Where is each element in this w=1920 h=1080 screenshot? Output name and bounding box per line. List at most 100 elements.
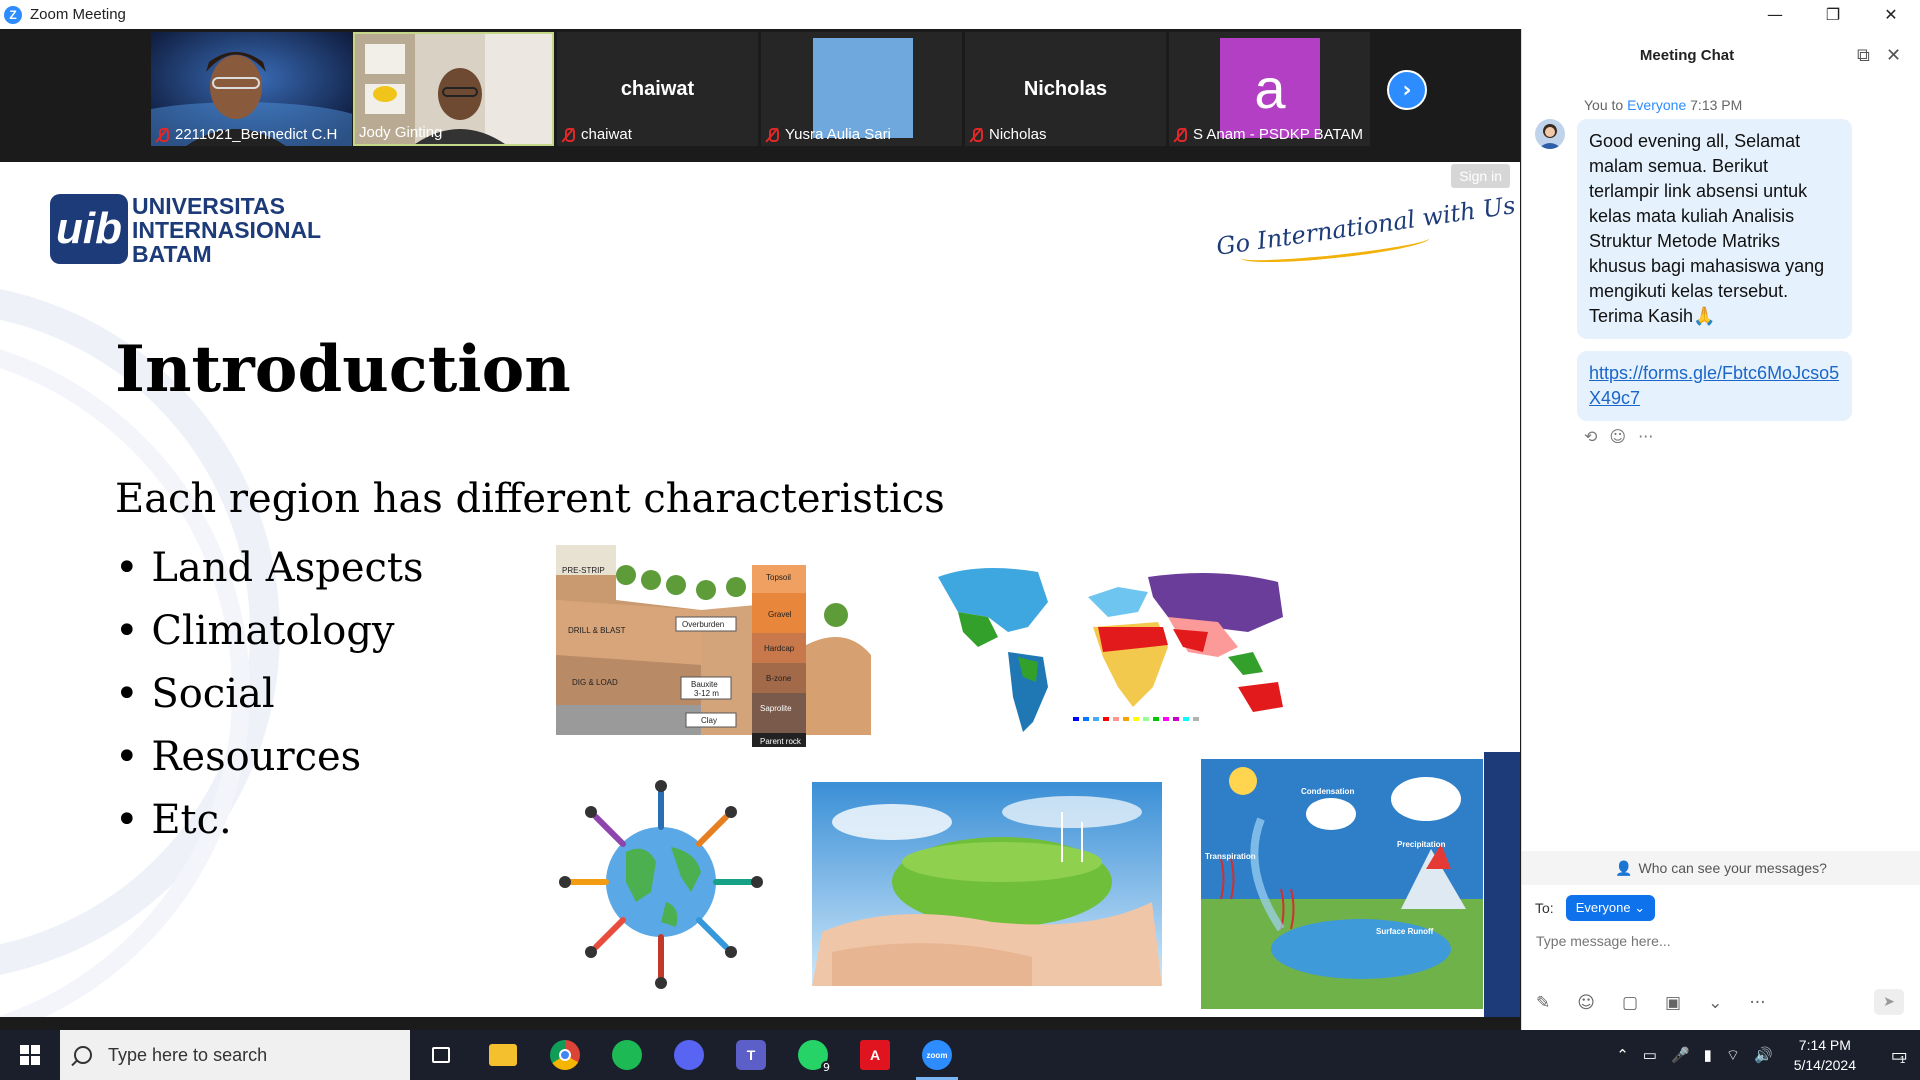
start-button[interactable] [0,1030,60,1080]
participant-tile[interactable]: 2211021_Bennedict C.H [151,32,352,146]
shared-screen-slide: Sign in uib UNIVERSITAS INTERNASIONAL BA… [0,162,1520,1017]
participant-name: Nicholas [989,126,1047,143]
screenshot-icon[interactable]: ▣ [1665,993,1681,1013]
mining-label: Clay [701,716,717,725]
participant-name: Jody Ginting [359,124,443,141]
restore-button[interactable]: ❐ [1804,0,1862,29]
volume-icon[interactable]: 🔊 [1754,1046,1773,1064]
participant-avatar: a [1220,38,1320,138]
emoji-icon[interactable]: ☺ [1577,993,1595,1013]
chat-message-text: Good evening all, Selamat malam semua. B… [1589,131,1825,326]
water-cycle-label: Surface Runoff [1376,927,1434,936]
bullet-item: Resources [115,726,424,789]
file-explorer-icon[interactable] [472,1030,534,1080]
discord-icon[interactable] [658,1030,720,1080]
windows-logo-icon [20,1045,40,1065]
chat-link-message[interactable]: https://forms.gle/Fbtc6MoJcso5X49c7 [1577,351,1852,421]
whatsapp-icon[interactable]: 9 [782,1030,844,1080]
wifi-icon[interactable]: ⌔ [1726,1046,1740,1065]
participant-tile[interactable]: Nicholas Nicholas [965,32,1166,146]
windows-taskbar: Type here to search T 9 A zoom ⌃ ▭ 🎤 ▮ ⌔… [0,1030,1920,1080]
system-tray: ⌃ ▭ 🎤 ▮ ⌔ 🔊 7:14 PM 5/14/2024 ▭ 1 [1609,1030,1920,1080]
slide-corner-band [1484,752,1520,1017]
bullet-list: Land Aspects Climatology Social Resource… [115,537,424,852]
bullet-item: Social [115,663,424,726]
search-icon [74,1046,92,1064]
attendance-link[interactable]: https://forms.gle/Fbtc6MoJcso5X49c7 [1589,363,1839,408]
participant-avatar [813,38,913,138]
notification-center-icon[interactable]: ▭ 1 [1876,1030,1920,1080]
clock-date: 5/14/2024 [1793,1057,1856,1073]
participant-name: chaiwat [581,126,632,143]
chrome-icon[interactable] [534,1030,596,1080]
who-can-see-banner[interactable]: 👤 Who can see your messages? [1522,851,1920,885]
uib-logo: uib [50,194,128,264]
whatsapp-badge: 9 [821,1061,832,1074]
water-cycle-image: Condensation Precipitation Transpiration… [1201,759,1483,1009]
muted-mic-icon [765,127,779,143]
mining-label: Parent rock [760,737,802,746]
mining-label: Topsoil [766,573,791,582]
participant-tile[interactable]: chaiwat chaiwat [557,32,758,146]
popout-icon[interactable]: ⧉ [1857,45,1870,66]
participant-tile-active[interactable]: Jody Ginting [353,32,554,146]
send-icon[interactable]: ➤ [1874,989,1904,1015]
next-page-button[interactable]: › [1387,70,1427,110]
more-icon[interactable]: ··· [1749,993,1765,1013]
message-meta: You to Everyone 7:13 PM [1584,97,1743,113]
emoji-reaction-icon[interactable]: ☺ [1609,427,1626,446]
file-icon[interactable]: ▢ [1622,993,1638,1013]
reply-icon[interactable]: ⟲ [1584,427,1597,446]
muted-mic-icon [561,127,575,143]
chat-message[interactable]: Good evening all, Selamat malam semua. B… [1577,119,1852,339]
zoom-taskbar-icon[interactable]: zoom [906,1030,968,1080]
participant-display-name: Nicholas [1023,78,1108,100]
mining-label: DIG & LOAD [572,678,618,687]
participant-tile[interactable]: Yusra Aulia Sari [761,32,962,146]
mining-label: 3-12 m [694,689,719,698]
minimize-button[interactable]: — [1746,0,1804,29]
bullet-item: Etc. [115,789,424,852]
message-input[interactable] [1536,933,1906,949]
participant-name: Yusra Aulia Sari [785,126,891,143]
sign-in-button[interactable]: Sign in [1451,164,1510,188]
taskbar-search[interactable]: Type here to search [60,1030,410,1080]
message-recipient[interactable]: Everyone [1627,97,1686,113]
bullet-item: Land Aspects [115,537,423,600]
muted-mic-icon [969,127,983,143]
spotify-icon[interactable] [596,1030,658,1080]
acrobat-icon[interactable]: A [844,1030,906,1080]
mining-label: PRE-STRIP [562,566,605,575]
teams-icon[interactable]: T [720,1030,782,1080]
recipient-row: To: Everyone ⌄ [1535,895,1656,921]
water-cycle-label: Condensation [1301,787,1354,796]
participant-tile[interactable]: a S Anam - PSDKP BATAM [1169,32,1370,146]
clock-time: 7:14 PM [1798,1037,1851,1053]
mining-label: Bauxite [691,680,718,689]
meet-now-icon[interactable]: ▭ [1643,1046,1657,1064]
mining-cross-section-image: PRE-STRIP DRILL & BLAST DIG & LOAD Overb… [556,545,874,753]
window-title: Zoom Meeting [30,6,126,23]
window-controls: — ❐ ✕ [1746,0,1920,29]
microphone-icon[interactable]: 🎤 [1671,1046,1690,1064]
taskview-icon[interactable] [410,1030,472,1080]
water-cycle-label: Precipitation [1397,840,1446,849]
more-icon[interactable]: ··· [1638,427,1653,446]
message-actions: ⟲ ☺ ··· [1584,427,1653,446]
zoom-logo-icon: Z [4,5,22,24]
mining-label: Gravel [768,610,792,619]
close-button[interactable]: ✕ [1862,0,1920,29]
battery-icon[interactable]: ▮ [1704,1046,1712,1064]
show-hidden-icons-icon[interactable]: ⌃ [1616,1046,1629,1064]
slide-title: Introduction [115,332,571,407]
close-chat-icon[interactable]: ✕ [1886,45,1901,66]
avatar [1535,119,1565,149]
recipient-dropdown[interactable]: Everyone ⌄ [1565,895,1656,921]
format-icon[interactable]: ✎ [1536,993,1550,1013]
muted-mic-icon [1173,127,1187,143]
taskbar-clock[interactable]: 7:14 PM 5/14/2024 [1794,1035,1856,1075]
mining-label: B-zone [766,674,792,683]
chevron-down-icon[interactable]: ⌄ [1708,993,1722,1013]
notification-count: 1 [1899,1054,1906,1066]
message-time: 7:13 PM [1690,97,1743,113]
